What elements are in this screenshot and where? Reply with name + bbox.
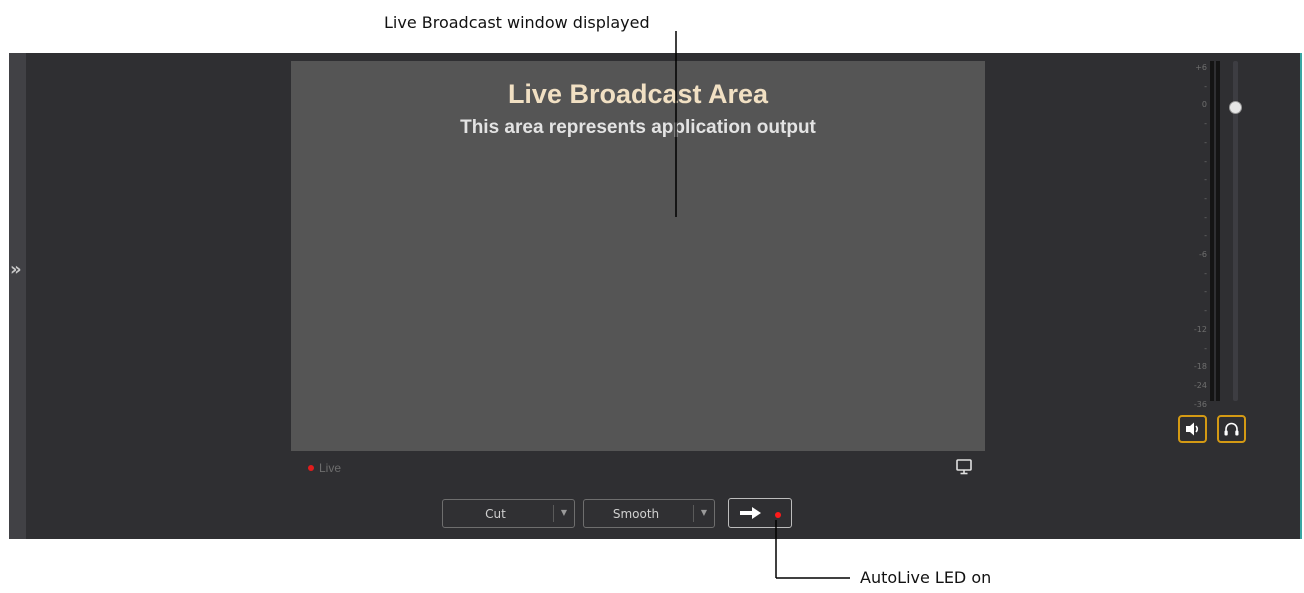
headphones-icon (1224, 422, 1239, 436)
audio-meter-tick: - (1204, 268, 1207, 278)
select-divider (553, 505, 554, 522)
audio-meter-tick: - (1204, 343, 1207, 353)
preview-title: Live Broadcast Area (507, 79, 769, 109)
audio-meter-tick: -12 (1193, 324, 1207, 334)
callout-autolive-led: AutoLive LED on (860, 568, 992, 587)
speaker-button[interactable] (1178, 415, 1207, 443)
live-indicator: Live (308, 461, 341, 475)
audio-meter-left (1210, 61, 1214, 401)
autolive-led-icon (775, 512, 781, 518)
audio-meter-tick: - (1204, 156, 1207, 166)
speaker-icon (1186, 422, 1199, 436)
headphones-button[interactable] (1217, 415, 1246, 443)
transition-speed-value: Smooth (612, 507, 660, 521)
chevron-right-icon[interactable]: » (10, 259, 22, 280)
audio-meter-tick: - (1204, 231, 1207, 241)
audio-meter-tick: -36 (1193, 399, 1207, 409)
chevron-down-icon: ▼ (700, 508, 707, 517)
take-button[interactable] (728, 498, 792, 528)
transition-type-value: Cut (485, 507, 506, 521)
callout-live-broadcast-window: Live Broadcast window displayed (384, 13, 650, 32)
audio-meter-tick: 0 (1201, 100, 1207, 110)
volume-fader-knob[interactable] (1229, 101, 1242, 114)
audio-meter-tick: - (1204, 306, 1207, 316)
live-broadcast-preview: Live Broadcast Area This area represents… (291, 61, 985, 451)
live-led-icon (308, 465, 314, 471)
audio-meter-tick: - (1204, 287, 1207, 297)
audio-meter-right (1216, 61, 1220, 401)
sidebar-toggle-strip[interactable]: » (9, 53, 26, 539)
monitor-icon[interactable] (955, 458, 973, 476)
chevron-down-icon: ▼ (560, 508, 567, 517)
transition-speed-select[interactable]: Smooth ▼ (583, 499, 715, 528)
audio-meter-tick: - (1204, 137, 1207, 147)
preview-subtitle: This area represents application output (460, 117, 816, 138)
audio-meter-tick: - (1204, 193, 1207, 203)
live-broadcast-panel: » Live Broadcast Area This area represen… (9, 53, 1302, 539)
audio-meter-tick: - (1204, 212, 1207, 222)
audio-meter-tick: -18 (1193, 362, 1207, 372)
select-divider (693, 505, 694, 522)
audio-meter-tick: - (1204, 81, 1207, 91)
panel-edge-accent (1300, 53, 1302, 539)
audio-meter-tick: +6 (1195, 63, 1207, 72)
live-label: Live (319, 461, 342, 475)
audio-meter-tick: - (1204, 175, 1207, 185)
audio-meter-tick: -6 (1199, 250, 1207, 259)
audio-meter-tick: - (1204, 119, 1207, 129)
audio-meter-tick: -24 (1193, 380, 1207, 390)
transition-type-select[interactable]: Cut ▼ (442, 499, 575, 528)
arrow-right-icon (740, 507, 761, 519)
